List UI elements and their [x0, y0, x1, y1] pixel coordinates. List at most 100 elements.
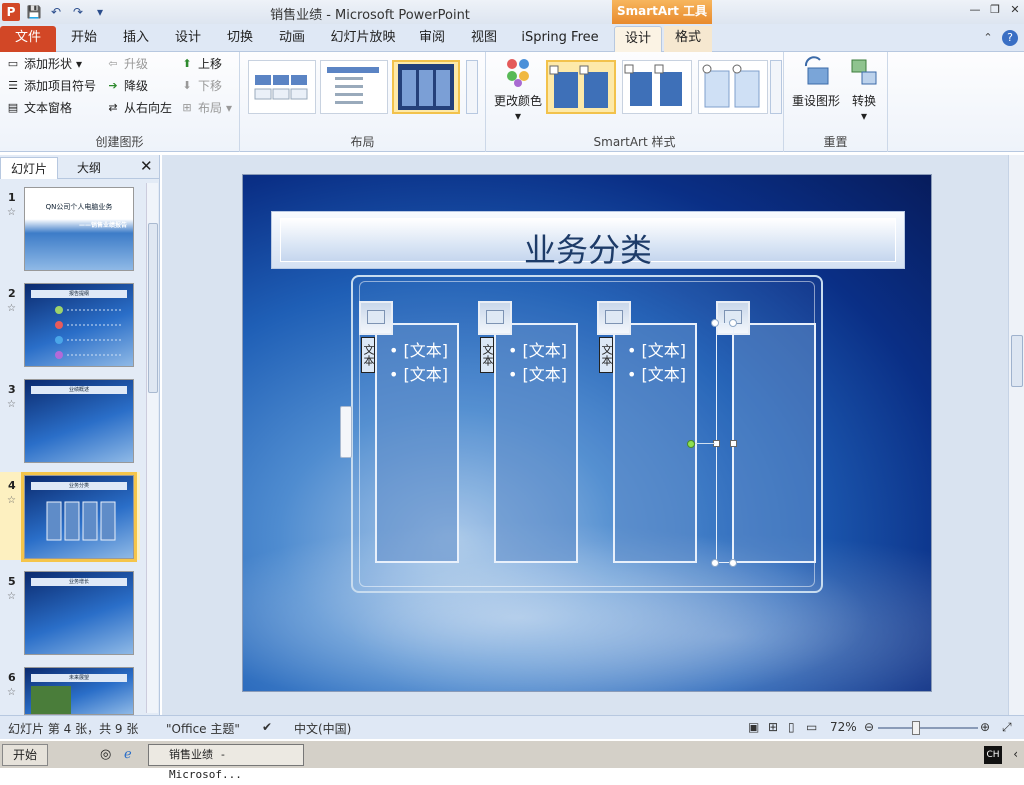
vertical-text-label[interactable]: 文本 [361, 337, 375, 373]
tab-home[interactable]: 开始 [60, 26, 108, 52]
tab-animations[interactable]: 动画 [268, 26, 316, 52]
close-pane-icon[interactable]: ✕ [140, 157, 153, 175]
slide-title-box[interactable]: 业务分类 [271, 211, 905, 269]
tab-transitions[interactable]: 切换 [216, 26, 264, 52]
start-button[interactable]: 开始 [2, 744, 48, 766]
slide-title[interactable]: 业务分类 [281, 225, 895, 271]
bullet-text[interactable]: • [文本] [389, 361, 448, 385]
move-up-button[interactable]: ⬆ 上移 [180, 54, 222, 74]
slide-sorter-icon[interactable]: ⊞ [768, 720, 778, 734]
vertical-text-label[interactable]: 文本 [599, 337, 613, 373]
tab-slideshow[interactable]: 幻灯片放映 [320, 26, 406, 52]
demote-button[interactable]: ➔ 降级 [106, 76, 148, 96]
resize-handle[interactable] [729, 319, 737, 327]
slide-thumbnail-2[interactable]: 报告提纲 [24, 283, 134, 367]
picture-placeholder-icon[interactable] [597, 301, 631, 335]
slideshow-view-icon[interactable]: ▭ [806, 720, 817, 734]
redo-icon[interactable]: ↷ [70, 4, 86, 20]
convert-button[interactable]: 转换 ▾ [844, 56, 884, 123]
reading-view-icon[interactable]: ▯ [788, 720, 795, 734]
tab-review[interactable]: 审阅 [408, 26, 456, 52]
taskbar-powerpoint-item[interactable]: 销售业绩 - Microsof... [148, 744, 304, 781]
change-colors-button[interactable]: 更改颜色 ▾ [490, 56, 546, 123]
vertical-text-label[interactable]: 文本 [480, 337, 494, 373]
zoom-in-icon[interactable]: ⊕ [980, 720, 990, 734]
layout-option-2[interactable] [320, 60, 388, 114]
language-indicator[interactable]: 中文(中国) [294, 720, 351, 737]
picture-placeholder-icon[interactable] [478, 301, 512, 335]
text-pane-button[interactable]: ▤ 文本窗格 [6, 98, 72, 118]
style-option-3[interactable] [698, 60, 768, 114]
tab-design-main[interactable]: 设计 [164, 26, 212, 52]
bullet-text[interactable]: • [文本] [627, 361, 686, 385]
tab-insert[interactable]: 插入 [112, 26, 160, 52]
close-button[interactable]: ✕ [1006, 2, 1024, 18]
promote-button[interactable]: ⇦ 升级 [106, 54, 148, 74]
rotation-line [695, 443, 715, 444]
zoom-slider-thumb[interactable] [912, 721, 920, 735]
spell-check-icon[interactable]: ✔ [262, 720, 272, 734]
tab-slides[interactable]: 幻灯片 [0, 157, 58, 179]
move-down-button[interactable]: ⬇ 下移 [180, 76, 222, 96]
resize-handle[interactable] [711, 319, 719, 327]
style-option-2[interactable] [622, 60, 692, 114]
layout-option-1[interactable] [248, 60, 316, 114]
bullet-text[interactable]: • [文本] [508, 361, 567, 385]
help-icon[interactable]: ? [1002, 30, 1018, 46]
right-to-left-button[interactable]: ⇄ 从右向左 [106, 98, 172, 118]
resize-handle[interactable] [729, 559, 737, 567]
slide-thumbnail-5[interactable]: 业务增长 [24, 571, 134, 655]
tab-file[interactable]: 文件 [0, 26, 56, 52]
bullet-text[interactable]: • [文本] [389, 337, 448, 361]
slide-thumbnail-4-selected[interactable]: 业务分类 [21, 472, 137, 562]
restore-button[interactable]: ❐ [986, 2, 1004, 18]
zoom-slider[interactable] [878, 727, 978, 729]
layout-button[interactable]: ⊞ 布局 ▾ [180, 98, 232, 118]
tab-outline[interactable]: 大纲 [60, 157, 118, 179]
slide-thumbnail-3[interactable]: 业绩概述 [24, 379, 134, 463]
collapse-ribbon-icon[interactable]: ⌃ [980, 30, 996, 46]
undo-icon[interactable]: ↶ [48, 4, 64, 20]
layouts-gallery-scroll[interactable] [466, 60, 478, 114]
demote-label: 降级 [124, 79, 149, 93]
rotation-handle[interactable] [687, 440, 695, 448]
save-icon[interactable]: 💾 [26, 4, 42, 20]
resize-handle[interactable] [711, 559, 719, 567]
tray-expand-icon[interactable]: ‹ [1013, 747, 1018, 761]
slide-thumbnail-1[interactable]: QN公司个人电脑业务 ——销售业绩报告 [24, 187, 134, 271]
input-method-indicator[interactable]: CH [984, 746, 1002, 764]
bullet-text[interactable]: • [文本] [508, 337, 567, 361]
scrollbar-thumb[interactable] [148, 223, 158, 393]
desktop-icon[interactable]: ◎ [100, 747, 111, 762]
theme-name[interactable]: "Office 主题" [166, 720, 240, 737]
slides-pane-scrollbar[interactable] [146, 183, 158, 713]
scrollbar-thumb[interactable] [1011, 335, 1023, 387]
tab-ispring[interactable]: iSpring Free [512, 26, 608, 52]
bullet-text[interactable]: • [文本] [627, 337, 686, 361]
internet-explorer-icon[interactable]: ℯ [124, 747, 132, 762]
picture-placeholder-icon[interactable] [359, 301, 393, 335]
add-shape-button[interactable]: ▭ 添加形状 ▾ [6, 54, 82, 74]
normal-view-icon[interactable]: ▣ [748, 720, 759, 734]
smartart-column-4[interactable] [732, 323, 816, 563]
zoom-out-icon[interactable]: ⊖ [864, 720, 874, 734]
styles-gallery-scroll[interactable] [770, 60, 782, 114]
layout-option-3-selected[interactable] [392, 60, 460, 114]
fit-to-window-icon[interactable]: ⤢ [1002, 720, 1012, 735]
workspace-vertical-scrollbar[interactable] [1008, 155, 1024, 715]
zoom-level[interactable]: 72% [830, 720, 857, 734]
minimize-button[interactable]: — [966, 2, 984, 18]
resize-handle[interactable] [730, 440, 737, 447]
slide-thumbnail-6[interactable]: 未来展望 [24, 667, 134, 715]
add-bullet-button[interactable]: ☰ 添加项目符号 [6, 76, 96, 96]
tab-view[interactable]: 视图 [460, 26, 508, 52]
reset-graphic-button[interactable]: 重设图形 [788, 56, 844, 109]
powerpoint-app-icon[interactable]: P [2, 3, 20, 21]
tab-smartart-design[interactable]: 设计 [614, 26, 662, 52]
text-pane-expander[interactable] [340, 406, 352, 458]
style-option-1-selected[interactable] [546, 60, 616, 114]
group-label-reset: 重置 [823, 135, 848, 149]
tab-smartart-format[interactable]: 格式 [664, 26, 712, 52]
thumbnail-title: 业绩概述 [68, 387, 89, 393]
customize-qat-icon[interactable]: ▾ [92, 4, 108, 20]
